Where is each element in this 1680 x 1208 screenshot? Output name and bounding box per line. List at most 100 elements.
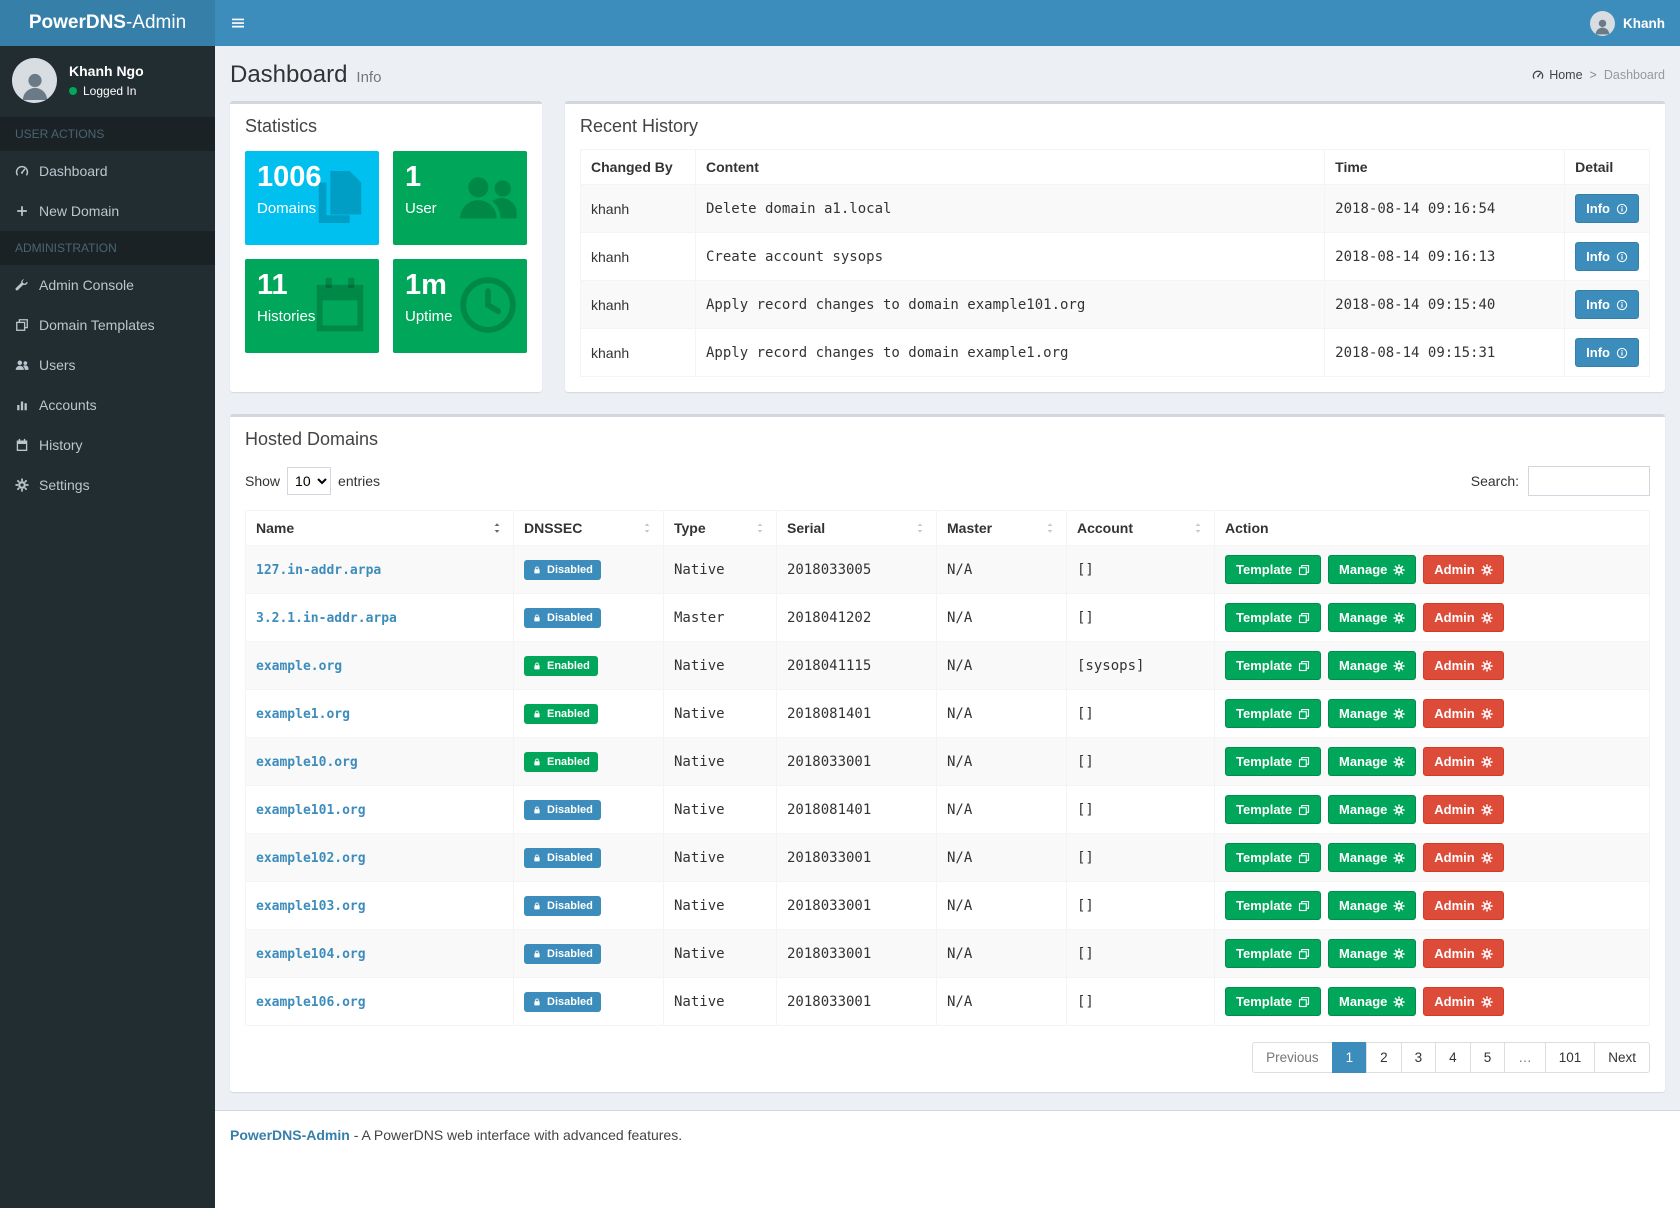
stat-histories[interactable]: 11 Histories: [245, 259, 379, 353]
dnssec-label: Disabled: [547, 948, 593, 960]
clock-icon: [457, 274, 519, 336]
manage-button[interactable]: Manage: [1328, 699, 1416, 728]
manage-button[interactable]: Manage: [1328, 843, 1416, 872]
sidebar-item-admin-console[interactable]: Admin Console: [0, 265, 215, 305]
col-dnssec[interactable]: DNSSEC: [514, 511, 664, 546]
gear-icon: [1393, 948, 1405, 960]
domain-link[interactable]: 127.in-addr.arpa: [256, 563, 381, 578]
template-button[interactable]: Template: [1225, 795, 1321, 824]
manage-button[interactable]: Manage: [1328, 891, 1416, 920]
sidebar-item-users[interactable]: Users: [0, 345, 215, 385]
info-button[interactable]: Info: [1575, 242, 1639, 271]
domain-link[interactable]: example102.org: [256, 851, 366, 866]
manage-button[interactable]: Manage: [1328, 939, 1416, 968]
changed-by-cell: khanh: [581, 329, 696, 377]
admin-button[interactable]: Admin: [1423, 603, 1503, 632]
manage-button[interactable]: Manage: [1328, 651, 1416, 680]
type-cell: Master: [664, 594, 777, 642]
domain-link[interactable]: example104.org: [256, 947, 366, 962]
template-button[interactable]: Template: [1225, 555, 1321, 584]
domain-link[interactable]: example101.org: [256, 803, 366, 818]
breadcrumb-home-link[interactable]: Home: [1532, 68, 1582, 82]
sidebar-item-accounts[interactable]: Accounts: [0, 385, 215, 425]
account-cell: []: [1067, 834, 1215, 882]
sidebar-item-new-domain[interactable]: New Domain: [0, 191, 215, 231]
info-button[interactable]: Info: [1575, 338, 1639, 367]
sidebar-user-status[interactable]: Logged In: [69, 84, 144, 98]
info-button[interactable]: Info: [1575, 290, 1639, 319]
table-row: example103.org Disabled Native 201803300…: [246, 882, 1650, 930]
template-button[interactable]: Template: [1225, 843, 1321, 872]
pagination-page-101[interactable]: 101: [1545, 1042, 1596, 1073]
domain-link[interactable]: 3.2.1.in-addr.arpa: [256, 611, 397, 626]
account-cell: []: [1067, 978, 1215, 1026]
admin-button[interactable]: Admin: [1423, 747, 1503, 776]
domain-link[interactable]: example10.org: [256, 755, 358, 770]
sidebar-item-domain-templates[interactable]: Domain Templates: [0, 305, 215, 345]
search-input[interactable]: [1528, 466, 1650, 496]
template-button[interactable]: Template: [1225, 939, 1321, 968]
col-type[interactable]: Type: [664, 511, 777, 546]
admin-button[interactable]: Admin: [1423, 699, 1503, 728]
template-button[interactable]: Template: [1225, 891, 1321, 920]
pagination-page-5[interactable]: 5: [1470, 1042, 1506, 1073]
dnssec-badge: Disabled: [524, 896, 601, 916]
admin-button[interactable]: Admin: [1423, 891, 1503, 920]
col-name[interactable]: Name: [246, 511, 514, 546]
template-label: Template: [1236, 562, 1292, 577]
entries-select[interactable]: 10: [287, 467, 331, 495]
manage-button[interactable]: Manage: [1328, 987, 1416, 1016]
domain-link[interactable]: example103.org: [256, 899, 366, 914]
stat-uptime[interactable]: 1m Uptime: [393, 259, 527, 353]
sidebar-toggle-button[interactable]: [215, 0, 261, 46]
template-button[interactable]: Template: [1225, 651, 1321, 680]
gear-icon: [1393, 660, 1405, 672]
stat-users[interactable]: 1 User: [393, 151, 527, 245]
template-button[interactable]: Template: [1225, 747, 1321, 776]
sidebar-item-settings[interactable]: Settings: [0, 465, 215, 505]
app-logo[interactable]: PowerDNS-Admin: [0, 0, 215, 46]
sidebar-item-label: Accounts: [39, 397, 97, 413]
pagination-page-4[interactable]: 4: [1435, 1042, 1471, 1073]
manage-button[interactable]: Manage: [1328, 603, 1416, 632]
template-button[interactable]: Template: [1225, 699, 1321, 728]
manage-button[interactable]: Manage: [1328, 795, 1416, 824]
domain-link[interactable]: example106.org: [256, 995, 366, 1010]
user-menu[interactable]: Khanh: [1575, 0, 1680, 46]
footer-brand-link[interactable]: PowerDNS-Admin: [230, 1127, 350, 1143]
sort-icon: [641, 522, 653, 534]
domain-link[interactable]: example.org: [256, 659, 342, 674]
info-button[interactable]: Info: [1575, 194, 1639, 223]
template-button[interactable]: Template: [1225, 987, 1321, 1016]
pagination-page-3[interactable]: 3: [1401, 1042, 1437, 1073]
admin-button[interactable]: Admin: [1423, 987, 1503, 1016]
col-account[interactable]: Account: [1067, 511, 1215, 546]
pagination-page-2[interactable]: 2: [1366, 1042, 1402, 1073]
gear-icon: [1481, 708, 1493, 720]
admin-button[interactable]: Admin: [1423, 651, 1503, 680]
table-row: example.org Enabled Native 2018041115 N/…: [246, 642, 1650, 690]
domain-link[interactable]: example1.org: [256, 707, 350, 722]
admin-button[interactable]: Admin: [1423, 939, 1503, 968]
admin-button[interactable]: Admin: [1423, 843, 1503, 872]
col-serial[interactable]: Serial: [777, 511, 937, 546]
admin-button[interactable]: Admin: [1423, 555, 1503, 584]
table-controls: Show 10 entries Search:: [245, 462, 1650, 510]
admin-button[interactable]: Admin: [1423, 795, 1503, 824]
sidebar-item-history[interactable]: History: [0, 425, 215, 465]
template-button[interactable]: Template: [1225, 603, 1321, 632]
sidebar-item-dashboard[interactable]: Dashboard: [0, 151, 215, 191]
manage-button[interactable]: Manage: [1328, 555, 1416, 584]
pagination-next[interactable]: Next: [1594, 1042, 1650, 1073]
show-entries: Show 10 entries: [245, 467, 380, 495]
wrench-icon: [15, 278, 29, 292]
manage-button[interactable]: Manage: [1328, 747, 1416, 776]
stat-domains[interactable]: 1006 Domains: [245, 151, 379, 245]
lock-icon: [532, 757, 542, 767]
lock-icon: [532, 661, 542, 671]
pagination-page-1[interactable]: 1: [1332, 1042, 1368, 1073]
table-header-row: Name DNSSEC Type Serial Master Account A…: [246, 511, 1650, 546]
info-button-label: Info: [1586, 201, 1610, 216]
col-master[interactable]: Master: [937, 511, 1067, 546]
pagination-previous[interactable]: Previous: [1252, 1042, 1333, 1073]
